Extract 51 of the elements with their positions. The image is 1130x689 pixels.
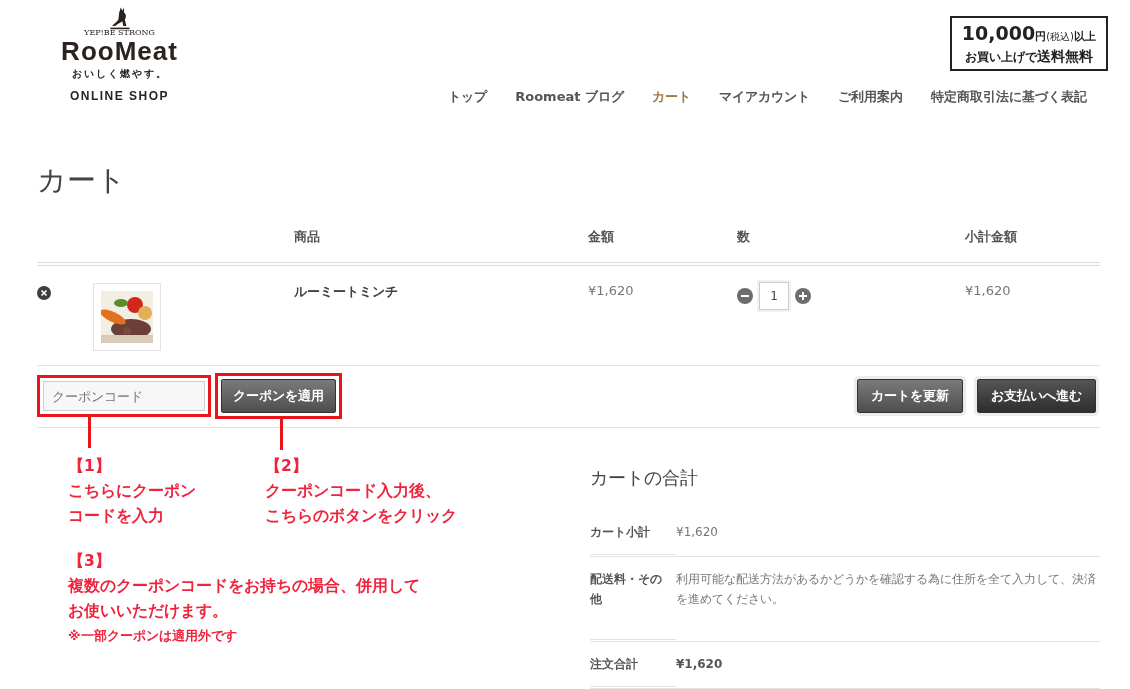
row-value: 利用可能な配送方法があるかどうかを確認する為に住所を全て入力して、決済を進めてください。	[676, 571, 1097, 608]
row-label: 注文合計	[590, 642, 676, 689]
column-header: 小計金額	[965, 228, 1018, 246]
logo-subtitle: ONLINE SHOP	[69, 89, 170, 103]
remove-icon[interactable]	[37, 286, 51, 300]
annotation-text: こちらにクーポン	[68, 481, 197, 502]
annotation-text: 複数のクーポンコードをお持ちの場合、併用して	[68, 576, 421, 597]
row-label: カート小計	[590, 510, 676, 557]
promo-suffix: 以上	[1074, 30, 1096, 43]
annotation-text: お使いいただけます。	[68, 601, 229, 622]
column-header: 数	[737, 228, 751, 246]
nav-link[interactable]: ご利用案内	[838, 88, 903, 106]
checkout-button[interactable]: お支払いへ進む	[977, 379, 1096, 413]
product-name[interactable]: ルーミートミンチ	[294, 283, 588, 301]
annotation-text: クーポンコード入力後、	[265, 481, 442, 502]
promo-text: お買い上げで	[964, 50, 1037, 64]
table-cell-text: ¥1,620	[965, 283, 1012, 298]
promo-highlight: 送料無料	[1036, 48, 1093, 64]
annotation-text: 【1】	[68, 456, 112, 477]
column-header: 商品	[294, 228, 321, 246]
product-thumbnail[interactable]	[93, 283, 161, 351]
plus-icon[interactable]	[795, 288, 811, 304]
annotation-text: コードを入力	[68, 506, 165, 527]
nav-link[interactable]: Roomeat ブログ	[515, 88, 624, 106]
update-cart-button[interactable]: カートを更新	[857, 379, 963, 413]
kangaroo-icon	[107, 6, 132, 30]
table-cell-text: ¥1,620	[588, 283, 635, 298]
annotation-text: こちらのボタンをクリック	[265, 506, 457, 527]
nav-link[interactable]: カート	[652, 88, 691, 106]
section-title: カートの合計	[590, 466, 699, 490]
coupon-field[interactable]: クーポンコード	[43, 381, 205, 411]
nav-link[interactable]: トップ	[448, 88, 488, 106]
page-title: カート	[37, 162, 127, 198]
annotation-text: 【3】	[68, 551, 112, 572]
promo-amount: 10,000	[961, 22, 1036, 44]
column-header: 金額	[588, 228, 615, 246]
apply-coupon-button[interactable]: クーポンを適用	[221, 379, 336, 413]
annotation-note: ※一部クーポンは適用外です	[68, 627, 238, 645]
annotation-text: 【2】	[265, 456, 309, 477]
nav-link[interactable]: マイアカウント	[719, 88, 810, 106]
logo-tagline: おいしく燃やす。	[71, 67, 168, 81]
quantity-field[interactable]: 1	[759, 282, 789, 310]
row-label: 配送料・その他	[590, 557, 676, 642]
minus-icon[interactable]	[737, 288, 753, 304]
row-value: ¥1,620	[676, 656, 724, 673]
logo-slogan: YEP!BE STRONG	[84, 28, 155, 37]
logo-wordmark: RooMeat	[61, 37, 178, 65]
row-value: ¥1,620	[676, 524, 719, 541]
promo-unit: 円	[1035, 30, 1047, 43]
promo-tax: (税込)	[1046, 31, 1074, 42]
nav-link[interactable]: 特定商取引法に基づく表記	[931, 88, 1087, 106]
